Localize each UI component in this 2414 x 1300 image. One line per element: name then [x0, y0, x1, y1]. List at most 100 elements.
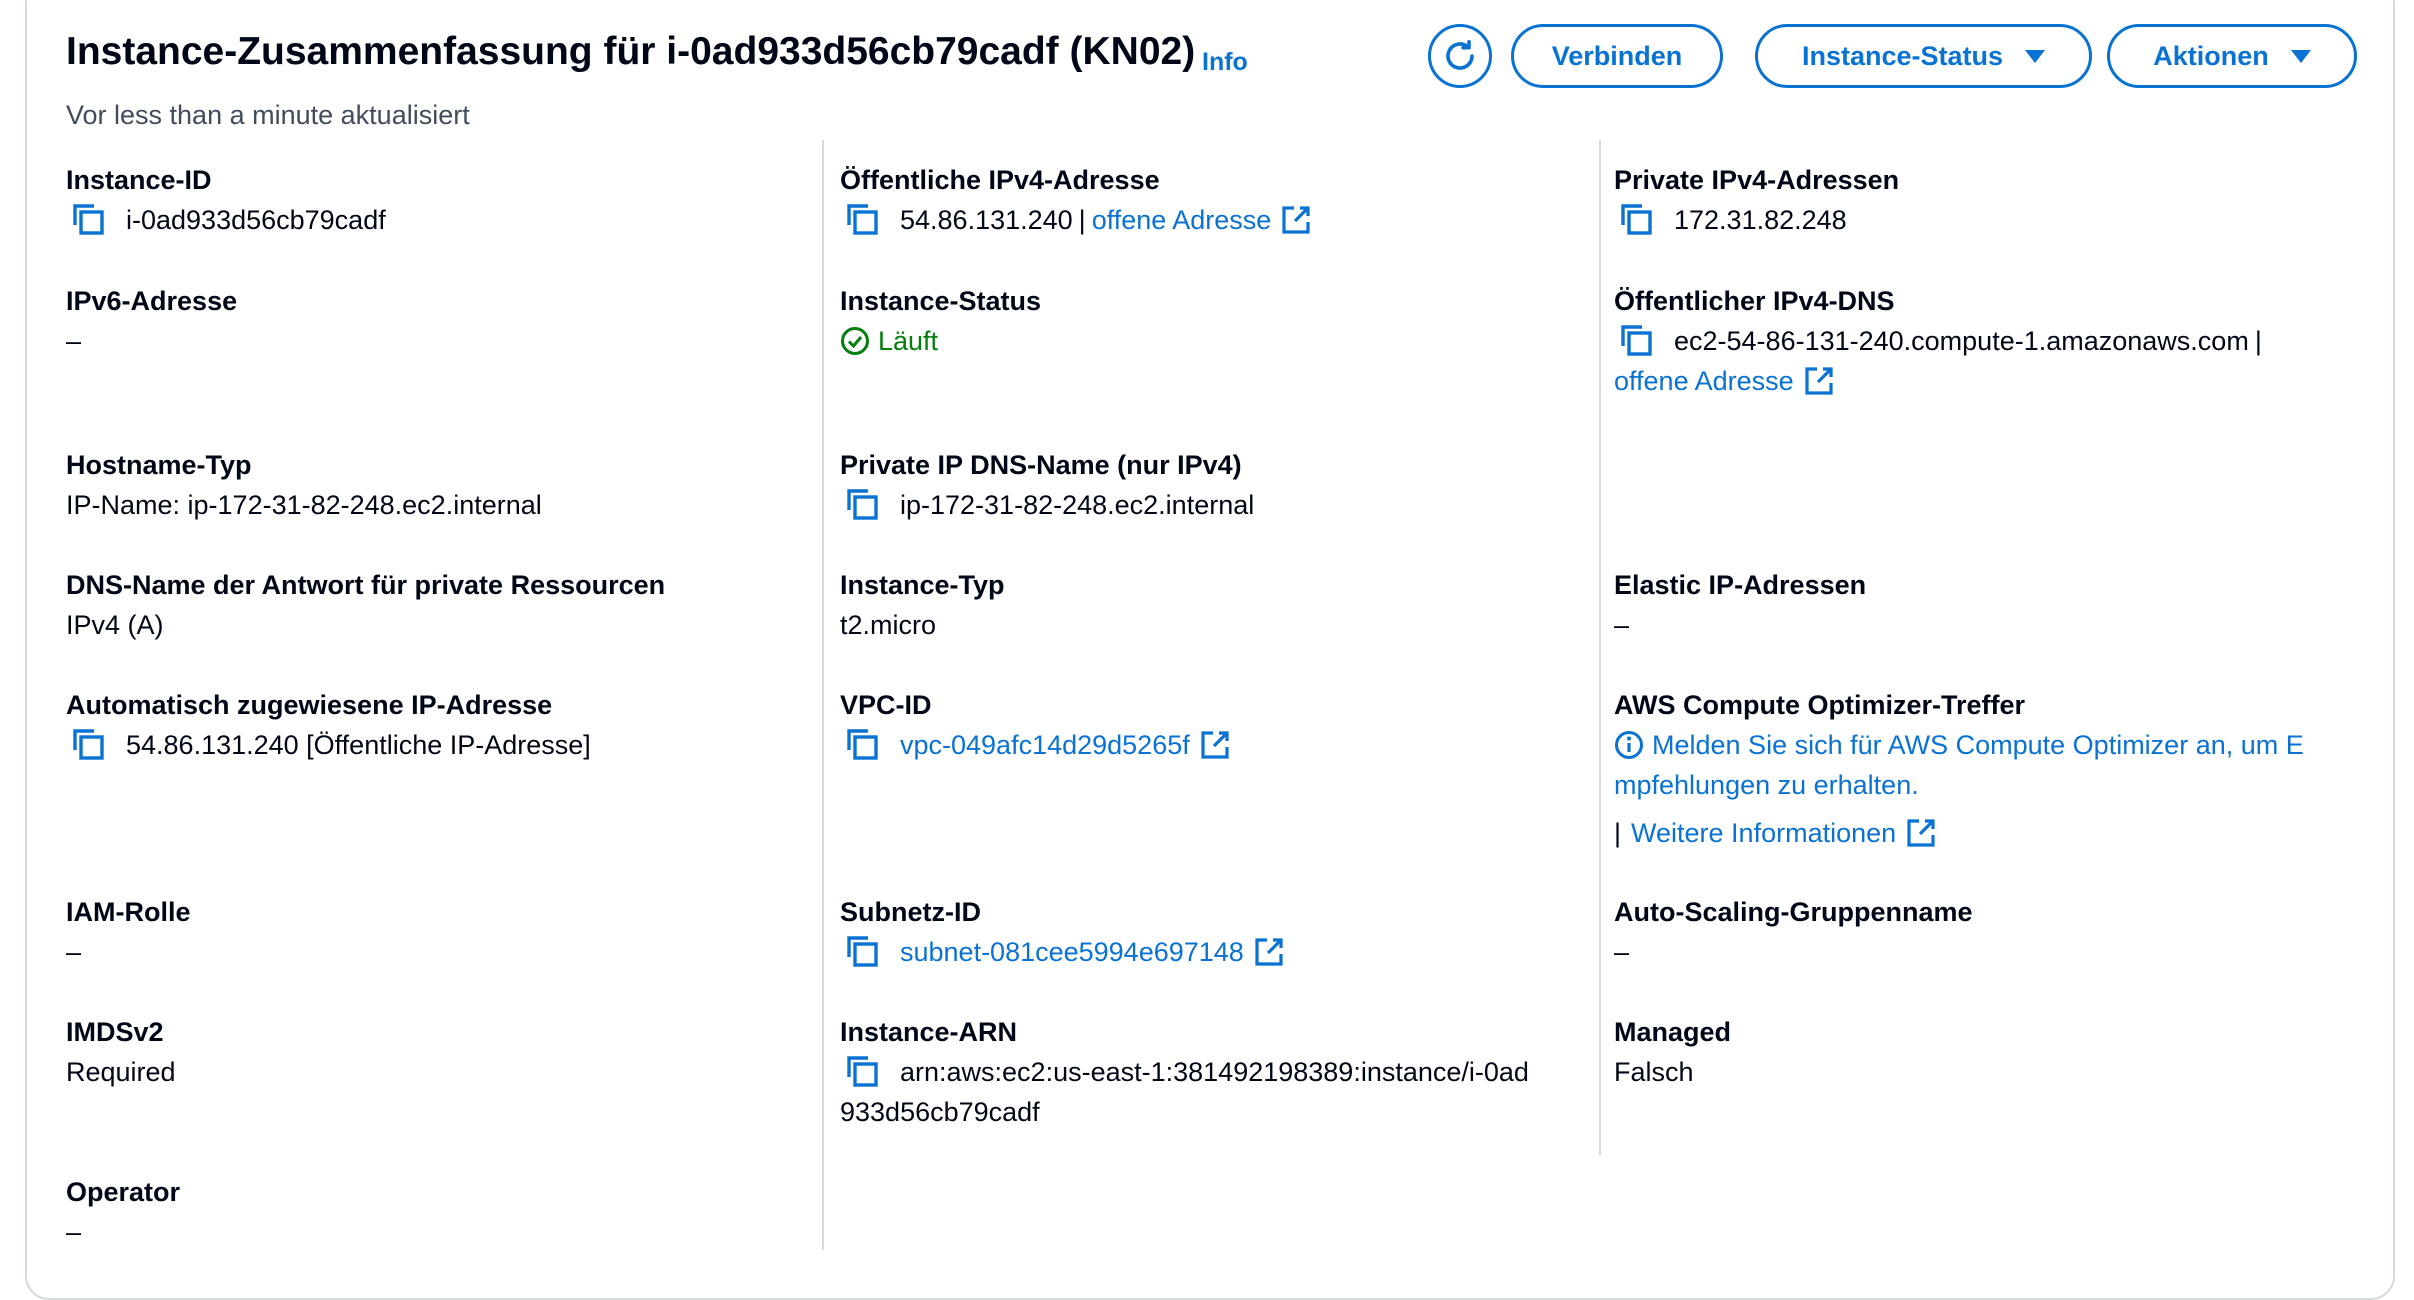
field-label: Instance-ID — [66, 165, 212, 195]
separator: | — [1078, 205, 1086, 235]
public-ipv4-value: 54.86.131.240 — [900, 205, 1073, 235]
iam-role-value: – — [66, 937, 82, 967]
managed-value: Falsch — [1614, 1057, 1694, 1087]
field-label: IPv6-Adresse — [66, 286, 238, 316]
column-divider — [1599, 140, 1601, 1155]
open-address-link[interactable]: offene Adresse — [1614, 361, 1794, 401]
public-dns-value: ec2-54-86-131-240.compute-1.amazonaws.co… — [1674, 326, 2249, 356]
field-operator: Operator – — [66, 1172, 806, 1252]
field-label: Automatisch zugewiesene IP-Adresse — [66, 690, 553, 720]
last-updated-text: Vor less than a minute aktualisiert — [66, 100, 470, 130]
field-label: Private IPv4-Adressen — [1614, 165, 1900, 195]
field-label: AWS Compute Optimizer-Treffer — [1614, 690, 2026, 720]
hostname-type-value: IP-Name: ip-172-31-82-248.ec2.internal — [66, 490, 542, 520]
field-instance-type: Instance-Typ t2.micro — [840, 565, 1580, 645]
copy-icon[interactable] — [846, 936, 880, 968]
private-ipv4-value: 172.31.82.248 — [1674, 205, 1847, 235]
field-compute-optimizer: AWS Compute Optimizer-Treffer Melden Sie… — [1614, 685, 2374, 853]
field-label: Subnetz-ID — [840, 897, 981, 927]
instance-status-value: Läuft — [878, 326, 939, 356]
field-label: DNS-Name der Antwort für private Ressour… — [66, 570, 666, 600]
compute-optimizer-signup-link[interactable]: Melden Sie sich für AWS Compute Optimize… — [1652, 725, 2304, 765]
refresh-button[interactable] — [1428, 24, 1492, 88]
instance-arn-value: arn:aws:ec2:us-east-1:381492198389:insta… — [900, 1057, 1529, 1087]
field-label: Öffentliche IPv4-Adresse — [840, 165, 1160, 195]
open-address-link[interactable]: offene Adresse — [1092, 200, 1272, 240]
actions-dropdown[interactable]: Aktionen — [2107, 24, 2357, 88]
copy-icon[interactable] — [846, 489, 880, 521]
caret-down-icon — [2025, 49, 2046, 63]
compute-optimizer-signup-link-cont[interactable]: mpfehlungen zu erhalten. — [1614, 765, 2374, 805]
field-auto-ip: Automatisch zugewiesene IP-Adresse 54.86… — [66, 685, 806, 765]
instance-state-dropdown[interactable]: Instance-Status — [1755, 24, 2092, 88]
more-info-link[interactable]: Weitere Informationen — [1631, 813, 1896, 853]
external-link-icon[interactable] — [1804, 366, 1834, 396]
ipv6-value: – — [66, 326, 82, 356]
copy-icon[interactable] — [1620, 204, 1654, 236]
private-dns-value: ip-172-31-82-248.ec2.internal — [900, 490, 1255, 520]
field-label: Instance-Status — [840, 286, 1042, 316]
auto-scaling-group-value: – — [1614, 937, 1630, 967]
operator-value: – — [66, 1217, 82, 1247]
field-label: Hostname-Typ — [66, 450, 252, 480]
field-private-ipv4: Private IPv4-Adressen 172.31.82.248 — [1614, 160, 2354, 240]
field-public-ipv4: Öffentliche IPv4-Adresse 54.86.131.240 |… — [840, 160, 1580, 240]
field-subnet-id: Subnetz-ID subnet-081cee5994e697148 — [840, 892, 1580, 972]
copy-icon[interactable] — [846, 204, 880, 236]
field-elastic-ip: Elastic IP-Adressen – — [1614, 565, 2354, 645]
field-label: Instance-ARN — [840, 1017, 1018, 1047]
field-label: IAM-Rolle — [66, 897, 191, 927]
copy-icon[interactable] — [846, 729, 880, 761]
field-private-dns: Private IP DNS-Name (nur IPv4) ip-172-31… — [840, 445, 1580, 525]
column-divider — [822, 140, 824, 1250]
check-circle-icon — [841, 327, 869, 355]
field-label: Instance-Typ — [840, 570, 1005, 600]
field-label: IMDSv2 — [66, 1017, 164, 1047]
copy-icon[interactable] — [846, 1056, 880, 1088]
connect-button-label: Verbinden — [1551, 40, 1683, 71]
copy-icon[interactable] — [72, 729, 106, 761]
elastic-ip-value: – — [1614, 610, 1630, 640]
field-ipv6: IPv6-Adresse – — [66, 281, 806, 361]
copy-icon[interactable] — [72, 204, 106, 236]
instance-type-value: t2.micro — [840, 610, 937, 640]
field-instance-id: Instance-ID i-0ad933d56cb79cadf — [66, 160, 806, 240]
info-circle-icon — [1615, 731, 1643, 759]
field-hostname-type: Hostname-Typ IP-Name: ip-172-31-82-248.e… — [66, 445, 806, 525]
connect-button[interactable]: Verbinden — [1511, 24, 1723, 88]
info-link[interactable]: Info — [1202, 48, 1248, 77]
field-instance-status: Instance-Status Läuft — [840, 281, 1580, 361]
external-link-icon[interactable] — [1200, 730, 1230, 760]
separator: | — [2254, 326, 2262, 356]
external-link-icon[interactable] — [1254, 937, 1284, 967]
subnet-id-link[interactable]: subnet-081cee5994e697148 — [900, 932, 1244, 972]
instance-state-dropdown-label: Instance-Status — [1801, 40, 2004, 71]
field-dns-answer: DNS-Name der Antwort für private Ressour… — [66, 565, 806, 645]
field-auto-scaling-group: Auto-Scaling-Gruppenname – — [1614, 892, 2354, 972]
field-imdsv2: IMDSv2 Required — [66, 1012, 806, 1092]
field-label: Operator — [66, 1177, 181, 1207]
field-iam-role: IAM-Rolle – — [66, 892, 806, 972]
field-label: Managed — [1614, 1017, 1732, 1047]
dns-answer-value: IPv4 (A) — [66, 610, 164, 640]
field-label: Private IP DNS-Name (nur IPv4) — [840, 450, 1242, 480]
vpc-id-link[interactable]: vpc-049afc14d29d5265f — [900, 725, 1190, 765]
external-link-icon[interactable] — [1906, 818, 1936, 848]
auto-ip-value: 54.86.131.240 [Öffentliche IP-Adresse] — [126, 730, 591, 760]
caret-down-icon — [2290, 49, 2311, 63]
separator: | — [1614, 818, 1622, 848]
external-link-icon[interactable] — [1281, 205, 1311, 235]
page-title: Instance-Zusammenfassung für i-0ad933d56… — [66, 30, 1196, 73]
field-label: VPC-ID — [840, 690, 932, 720]
field-label: Öffentlicher IPv4-DNS — [1614, 286, 1895, 316]
field-label: Auto-Scaling-Gruppenname — [1614, 897, 1973, 927]
field-vpc-id: VPC-ID vpc-049afc14d29d5265f — [840, 685, 1580, 765]
field-instance-arn: Instance-ARN arn:aws:ec2:us-east-1:38149… — [840, 1012, 1580, 1132]
actions-dropdown-label: Aktionen — [2153, 40, 2269, 71]
field-public-dns: Öffentlicher IPv4-DNS ec2-54-86-131-240.… — [1614, 281, 2354, 401]
instance-arn-value-cont: 933d56cb79cadf — [840, 1097, 1040, 1127]
field-managed: Managed Falsch — [1614, 1012, 2354, 1092]
imdsv2-value: Required — [66, 1057, 176, 1087]
copy-icon[interactable] — [1620, 325, 1654, 357]
field-label: Elastic IP-Adressen — [1614, 570, 1867, 600]
